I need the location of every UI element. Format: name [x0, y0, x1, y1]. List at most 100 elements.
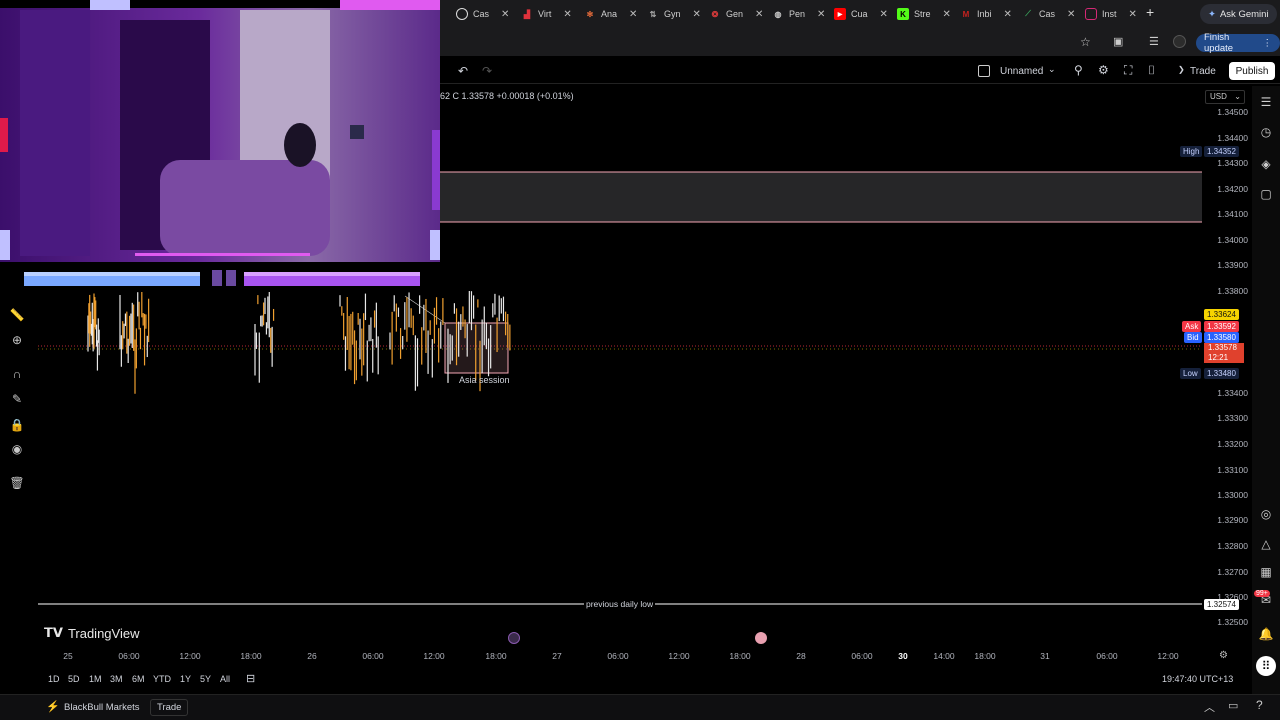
- side-panel-icon[interactable]: ▣: [1113, 35, 1123, 48]
- close-icon[interactable]: ✕: [501, 9, 509, 20]
- close-icon[interactable]: ✕: [880, 9, 888, 20]
- tab-label: Virt: [538, 9, 552, 19]
- target-icon[interactable]: ◎: [1258, 506, 1274, 522]
- tab-label: Gyn: [664, 9, 681, 19]
- range-button-3m[interactable]: 3M: [110, 674, 123, 684]
- range-button-all[interactable]: All: [220, 674, 230, 684]
- price-tick-label: 1.32900: [1217, 515, 1248, 525]
- currency-select[interactable]: USD ⌄: [1205, 90, 1245, 104]
- range-button-5y[interactable]: 5Y: [200, 674, 211, 684]
- new-tab-plus-icon[interactable]: +: [1146, 4, 1154, 20]
- browser-tab[interactable]: M Inbi ✕: [960, 4, 1012, 24]
- layout-icon[interactable]: [978, 65, 990, 77]
- price-tick-label: 1.34100: [1217, 209, 1248, 219]
- tab-label: Cua: [851, 9, 868, 19]
- tab-label: Gen: [726, 9, 744, 19]
- chevron-up-icon[interactable]: ︿: [1204, 699, 1215, 715]
- time-tick-label: 06:00: [118, 651, 140, 661]
- date-range-calendar-icon[interactable]: ⊟: [246, 672, 255, 685]
- watchlist-icon[interactable]: ☰: [1258, 94, 1274, 110]
- fullscreen-icon[interactable]: ⛶: [1124, 63, 1132, 78]
- trash-icon[interactable]: 🗑: [8, 474, 26, 492]
- close-icon[interactable]: ✕: [629, 9, 637, 20]
- browser-tab[interactable]: ✻ Ana ✕: [584, 4, 638, 24]
- apps-grid-icon[interactable]: ⠿: [1256, 656, 1276, 676]
- browser-tab[interactable]: ▶ Cua ✕: [834, 4, 888, 24]
- browser-tab[interactable]: Cas ✕: [456, 4, 509, 24]
- news-marker-icon[interactable]: [755, 632, 767, 644]
- calendar-icon[interactable]: ▦: [1258, 564, 1274, 580]
- close-icon[interactable]: ✕: [1004, 9, 1012, 20]
- ideas-icon[interactable]: △: [1258, 536, 1274, 552]
- lock-icon[interactable]: 🔒: [8, 416, 26, 434]
- undo-icon[interactable]: ↶: [458, 64, 468, 78]
- chart-icon: ▟: [523, 9, 531, 19]
- extensions-icon[interactable]: ☰: [1149, 35, 1159, 48]
- close-icon[interactable]: ✕: [943, 9, 951, 20]
- close-icon[interactable]: ✕: [817, 9, 825, 20]
- close-icon[interactable]: ✕: [1067, 9, 1075, 20]
- range-button-1y[interactable]: 1Y: [180, 674, 191, 684]
- time-tick-label: 31: [1040, 651, 1050, 661]
- trade-button[interactable]: Trade: [1190, 66, 1216, 77]
- profile-avatar[interactable]: [1173, 35, 1186, 48]
- broker-name[interactable]: BlackBull Markets: [64, 702, 140, 713]
- ruler-icon[interactable]: 📏: [8, 306, 26, 324]
- browser-tab[interactable]: Inst ✕: [1085, 4, 1137, 24]
- browser-tab[interactable]: K Stre ✕: [897, 4, 951, 24]
- redo-icon[interactable]: ↷: [482, 64, 492, 78]
- price-tick-label: 1.34000: [1217, 235, 1248, 245]
- browser-tab[interactable]: ⇅ Gyn ✕: [647, 4, 701, 24]
- range-button-5d[interactable]: 5D: [68, 674, 80, 684]
- browser-tab[interactable]: ❂ Gen ✕: [709, 4, 764, 24]
- bar-countdown: 12:21: [1208, 353, 1229, 362]
- browser-tab[interactable]: ▟ Virt ✕: [521, 4, 572, 24]
- alerts-clock-icon[interactable]: ◷: [1258, 124, 1274, 140]
- clock-time[interactable]: 19:47:40 UTC+13: [1162, 674, 1233, 684]
- quick-search-icon[interactable]: ⚲: [1074, 63, 1083, 77]
- event-marker-icon[interactable]: [508, 632, 520, 644]
- chevron-down-icon[interactable]: ⌄: [1048, 64, 1056, 75]
- price-tick-label: 1.33000: [1217, 490, 1248, 500]
- range-button-1m[interactable]: 1M: [89, 674, 102, 684]
- eye-icon[interactable]: ◉: [8, 440, 26, 458]
- publish-button[interactable]: Publish: [1229, 62, 1275, 80]
- axis-settings-icon[interactable]: ⚙: [1219, 650, 1228, 661]
- tab-label: Stre: [914, 9, 931, 19]
- browser-tab[interactable]: ◍ Pen ✕: [772, 4, 826, 24]
- price-tick-label: 1.33800: [1217, 286, 1248, 296]
- prev-low-price-tag: 1.32574: [1204, 599, 1239, 610]
- magnet-icon[interactable]: ∩: [8, 365, 26, 383]
- camera-icon[interactable]: ⌷: [1148, 63, 1155, 78]
- range-button-1d[interactable]: 1D: [48, 674, 60, 684]
- layers-icon[interactable]: ◈: [1258, 156, 1274, 172]
- range-button-ytd[interactable]: YTD: [153, 674, 171, 684]
- help-icon[interactable]: ?: [1256, 698, 1263, 712]
- maximize-panel-icon[interactable]: ▭: [1228, 699, 1238, 712]
- close-icon[interactable]: ✕: [693, 9, 701, 20]
- star-icon[interactable]: ☆: [1080, 35, 1091, 49]
- price-tick-label: 1.32500: [1217, 617, 1248, 627]
- pencil-lock-icon[interactable]: ✎: [8, 390, 26, 408]
- bell-icon[interactable]: 🔔: [1258, 626, 1274, 642]
- close-icon[interactable]: ✕: [1129, 9, 1137, 20]
- zoom-in-icon[interactable]: ⊕: [8, 331, 26, 349]
- more-vert-icon: ⋮: [1262, 37, 1273, 49]
- drawing-toolbar: 📏 ⊕ ∩ ✎ 🔒 ◉ 🗑: [0, 300, 36, 500]
- price-tick-label: 1.33300: [1217, 413, 1248, 423]
- gen-icon: ❂: [711, 9, 719, 19]
- finish-update-button[interactable]: Finish update ⋮: [1196, 32, 1280, 54]
- chat-icon[interactable]: ▢: [1258, 186, 1274, 202]
- dash-icon: ⟋: [1025, 9, 1031, 18]
- browser-tab[interactable]: ⟋ Cas ✕: [1022, 4, 1075, 24]
- ask-gemini-button[interactable]: ✦ Ask Gemini: [1200, 4, 1277, 24]
- settings-gear-icon[interactable]: ⚙: [1098, 63, 1109, 77]
- trade-tab[interactable]: Trade: [150, 699, 189, 716]
- tradingview-logo: 𝗧𝗩 TradingView: [44, 625, 139, 641]
- close-icon[interactable]: ✕: [755, 9, 763, 20]
- close-icon[interactable]: ✕: [563, 9, 571, 20]
- layout-name[interactable]: Unnamed: [1000, 66, 1043, 77]
- tv-logo-icon: 𝗧𝗩: [44, 625, 63, 640]
- ask-tag-value: 1.33592: [1204, 321, 1239, 332]
- range-button-6m[interactable]: 6M: [132, 674, 145, 684]
